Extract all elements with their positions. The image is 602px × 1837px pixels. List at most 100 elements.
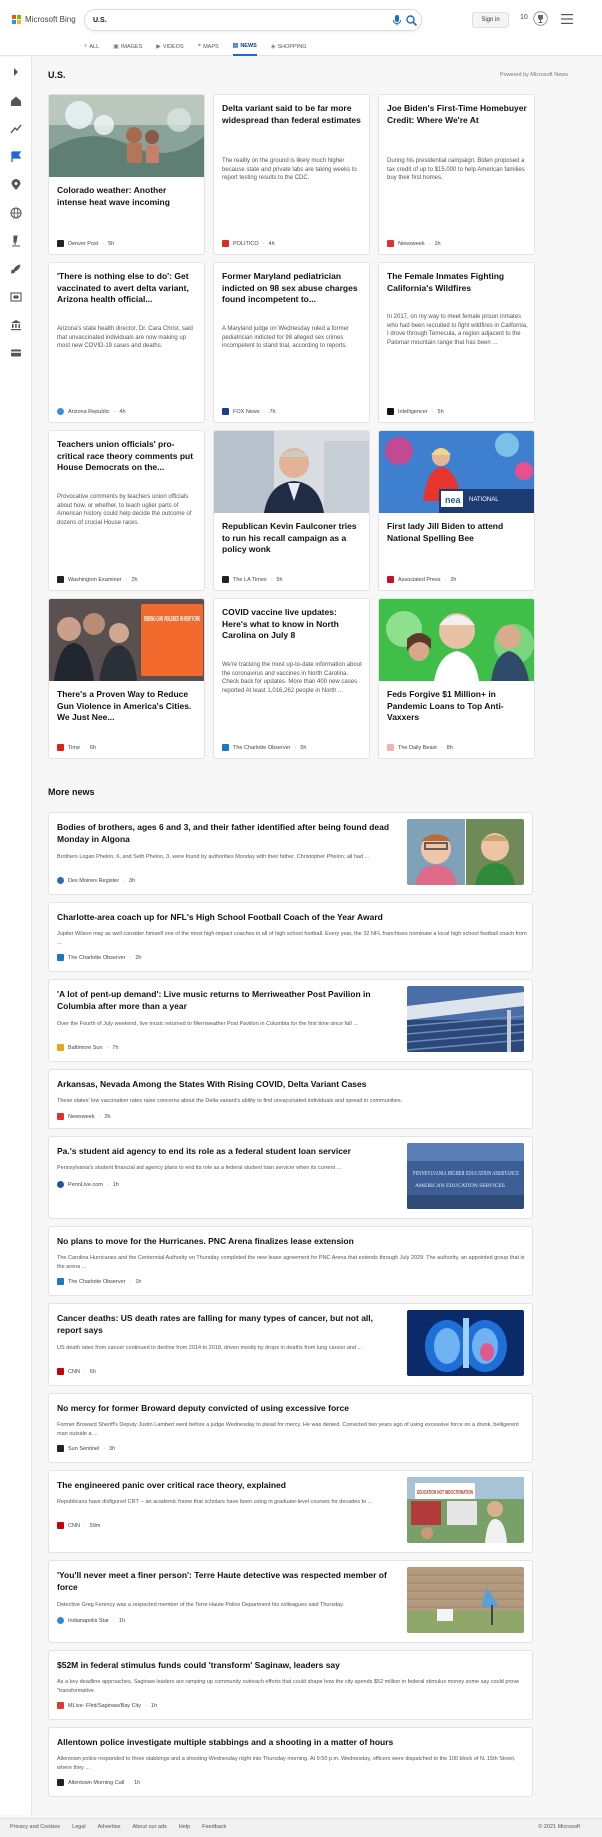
card-image bbox=[379, 599, 534, 681]
source-logo-icon bbox=[57, 1113, 64, 1120]
trending-icon[interactable] bbox=[10, 123, 22, 135]
news-snippet: The Carolina Hurricanes and the Centenni… bbox=[57, 1255, 525, 1270]
scope-shopping[interactable]: ◈ SHOPPING bbox=[271, 37, 307, 56]
news-card[interactable]: Delta variant said to be far more widesp… bbox=[213, 94, 370, 255]
news-title[interactable]: No plans to move for the Hurricanes. PNC… bbox=[57, 1235, 527, 1247]
news-title[interactable]: No mercy for former Broward deputy convi… bbox=[57, 1402, 527, 1414]
source-logo-icon bbox=[222, 744, 229, 751]
card-image: nea NATIONAL bbox=[379, 431, 534, 513]
rocket-icon[interactable] bbox=[10, 263, 22, 275]
card-title[interactable]: Former Maryland pediatrician indicted on… bbox=[222, 271, 362, 306]
card-snippet: The reality on the ground is likely much… bbox=[222, 158, 357, 181]
card-title[interactable]: COVID vaccine live updates: Here's what … bbox=[222, 607, 362, 642]
home-icon[interactable] bbox=[10, 95, 22, 107]
news-card[interactable]: Republican Kevin Faulconer tries to run … bbox=[213, 430, 370, 591]
globe-icon[interactable] bbox=[10, 207, 22, 219]
news-item[interactable]: Arkansas, Nevada Among the States With R… bbox=[48, 1069, 533, 1129]
copyright: © 2021 Microsoft bbox=[538, 1824, 580, 1830]
scope-videos[interactable]: ▶ VIDEOS bbox=[156, 37, 183, 56]
card-title[interactable]: Teachers union officials' pro-critical r… bbox=[57, 439, 197, 474]
search-icon[interactable] bbox=[406, 15, 417, 26]
news-card[interactable]: Feds Forgive $1 Million+ in Pandemic Loa… bbox=[378, 598, 535, 759]
footer-link-privacy[interactable]: Privacy and Cookies bbox=[10, 1824, 60, 1830]
news-snippet: Allentown police responded to three stab… bbox=[57, 1756, 516, 1771]
news-card[interactable]: ENDING GUN VIOLENCE IN NEW YORK There's … bbox=[48, 598, 205, 759]
flag-icon[interactable] bbox=[10, 151, 22, 163]
news-title[interactable]: Cancer deaths: US death rates are fallin… bbox=[57, 1312, 397, 1336]
news-item[interactable]: No plans to move for the Hurricanes. PNC… bbox=[48, 1226, 533, 1296]
news-card[interactable]: Teachers union officials' pro-critical r… bbox=[48, 430, 205, 591]
card-snippet: In 2017, on my way to meet female prison… bbox=[387, 314, 528, 346]
search-box[interactable] bbox=[84, 9, 422, 31]
news-item[interactable]: The engineered panic over critical race … bbox=[48, 1470, 533, 1553]
bing-logo[interactable]: Microsoft Bing bbox=[12, 15, 76, 24]
news-title[interactable]: Bodies of brothers, ages 6 and 3, and th… bbox=[57, 821, 397, 845]
card-title[interactable]: Joe Biden's First-Time Homebuyer Credit:… bbox=[387, 103, 527, 126]
news-title[interactable]: Charlotte-area coach up for NFL's High S… bbox=[57, 911, 527, 923]
expand-chevron-icon[interactable] bbox=[10, 66, 22, 78]
card-title[interactable]: Delta variant said to be far more widesp… bbox=[222, 103, 362, 126]
news-item[interactable]: Bodies of brothers, ages 6 and 3, and th… bbox=[48, 812, 533, 895]
card-snippet: Arizona's state health director, Dr. Car… bbox=[57, 326, 193, 349]
news-source: Newsweek · 2h bbox=[57, 1113, 111, 1120]
card-title[interactable]: Colorado weather: Another intense heat w… bbox=[57, 185, 197, 208]
news-title[interactable]: The engineered panic over critical race … bbox=[57, 1479, 397, 1491]
card-title[interactable]: Feds Forgive $1 Million+ in Pandemic Loa… bbox=[387, 689, 527, 724]
news-title[interactable]: 'A lot of pent-up demand': Live music re… bbox=[57, 988, 397, 1012]
footer-link-advertise[interactable]: Advertise bbox=[98, 1824, 121, 1830]
news-card[interactable]: The Female Inmates Fighting California's… bbox=[378, 262, 535, 423]
news-item[interactable]: Cancer deaths: US death rates are fallin… bbox=[48, 1303, 533, 1386]
card-title[interactable]: Republican Kevin Faulconer tries to run … bbox=[222, 521, 362, 556]
sign-in-button[interactable]: Sign in bbox=[472, 12, 509, 28]
news-card[interactable]: 'There is nothing else to do': Get vacci… bbox=[48, 262, 205, 423]
news-title[interactable]: Allentown police investigate multiple st… bbox=[57, 1736, 527, 1748]
news-source: Indianapolis Star · 1h bbox=[57, 1617, 125, 1624]
news-card[interactable]: Colorado weather: Another intense heat w… bbox=[48, 94, 205, 255]
search-scopes: ⌕ ALL ▣ IMAGES ▶ VIDEOS ⌖ MAPS ▤ NEWS ◈ SHOPPI… bbox=[84, 37, 307, 56]
rewards-points[interactable]: 10 bbox=[520, 14, 528, 21]
news-card[interactable]: Joe Biden's First-Time Homebuyer Credit:… bbox=[378, 94, 535, 255]
microscope-icon[interactable] bbox=[10, 235, 22, 247]
footer-link-legal[interactable]: Legal bbox=[72, 1824, 85, 1830]
scope-news[interactable]: ▤ NEWS bbox=[232, 37, 257, 56]
news-title[interactable]: Arkansas, Nevada Among the States With R… bbox=[57, 1078, 527, 1090]
source-logo-icon bbox=[57, 1445, 64, 1452]
rewards-trophy-icon[interactable] bbox=[533, 11, 548, 26]
powered-by: Powered by Microsoft News bbox=[499, 72, 568, 78]
location-pin-icon[interactable] bbox=[10, 179, 22, 191]
news-item[interactable]: Allentown police investigate multiple st… bbox=[48, 1727, 533, 1797]
news-card[interactable]: nea NATIONAL First lady Jill Biden to at… bbox=[378, 430, 535, 591]
news-snippet: Jupiter Wilson may as well consider hims… bbox=[57, 931, 527, 946]
card-snippet: Provocative comments by teachers union o… bbox=[57, 494, 192, 526]
film-icon[interactable] bbox=[10, 291, 22, 303]
card-title[interactable]: There's a Proven Way to Reduce Gun Viole… bbox=[57, 689, 197, 724]
card-title[interactable]: The Female Inmates Fighting California's… bbox=[387, 271, 527, 294]
footer-link-help[interactable]: Help bbox=[179, 1824, 190, 1830]
search-input[interactable] bbox=[93, 14, 373, 27]
source-logo-icon bbox=[222, 240, 229, 247]
news-title[interactable]: $52M in federal stimulus funds could 'tr… bbox=[57, 1659, 527, 1671]
scope-maps[interactable]: ⌖ MAPS bbox=[198, 37, 219, 56]
card-title[interactable]: First lady Jill Biden to attend National… bbox=[387, 521, 527, 544]
news-title[interactable]: 'You'll never meet a finer person': Terr… bbox=[57, 1569, 397, 1593]
hamburger-menu-icon[interactable] bbox=[561, 14, 573, 24]
scope-all[interactable]: ⌕ ALL bbox=[84, 37, 99, 56]
news-item[interactable]: No mercy for former Broward deputy convi… bbox=[48, 1393, 533, 1463]
bank-icon[interactable] bbox=[10, 319, 22, 331]
news-item[interactable]: 'You'll never meet a finer person': Terr… bbox=[48, 1560, 533, 1643]
news-card[interactable]: COVID vaccine live updates: Here's what … bbox=[213, 598, 370, 759]
news-item[interactable]: 'A lot of pent-up demand': Live music re… bbox=[48, 979, 533, 1062]
news-image bbox=[407, 986, 524, 1052]
card-icon[interactable] bbox=[10, 347, 22, 359]
card-title[interactable]: 'There is nothing else to do': Get vacci… bbox=[57, 271, 197, 306]
footer-link-about-ads[interactable]: About our ads bbox=[133, 1824, 167, 1830]
news-item[interactable]: Charlotte-area coach up for NFL's High S… bbox=[48, 902, 533, 972]
news-title[interactable]: Pa.'s student aid agency to end its role… bbox=[57, 1145, 397, 1157]
news-card[interactable]: Former Maryland pediatrician indicted on… bbox=[213, 262, 370, 423]
news-item[interactable]: $52M in federal stimulus funds could 'tr… bbox=[48, 1650, 533, 1720]
scope-images[interactable]: ▣ IMAGES bbox=[113, 37, 142, 56]
footer-link-feedback[interactable]: Feedback bbox=[202, 1824, 226, 1830]
microphone-icon[interactable] bbox=[392, 15, 402, 26]
building-sign: PENNSYLVANIA HIGHER EDUCATION ASSISTANCE bbox=[413, 1171, 519, 1177]
news-item[interactable]: Pa.'s student aid agency to end its role… bbox=[48, 1136, 533, 1219]
